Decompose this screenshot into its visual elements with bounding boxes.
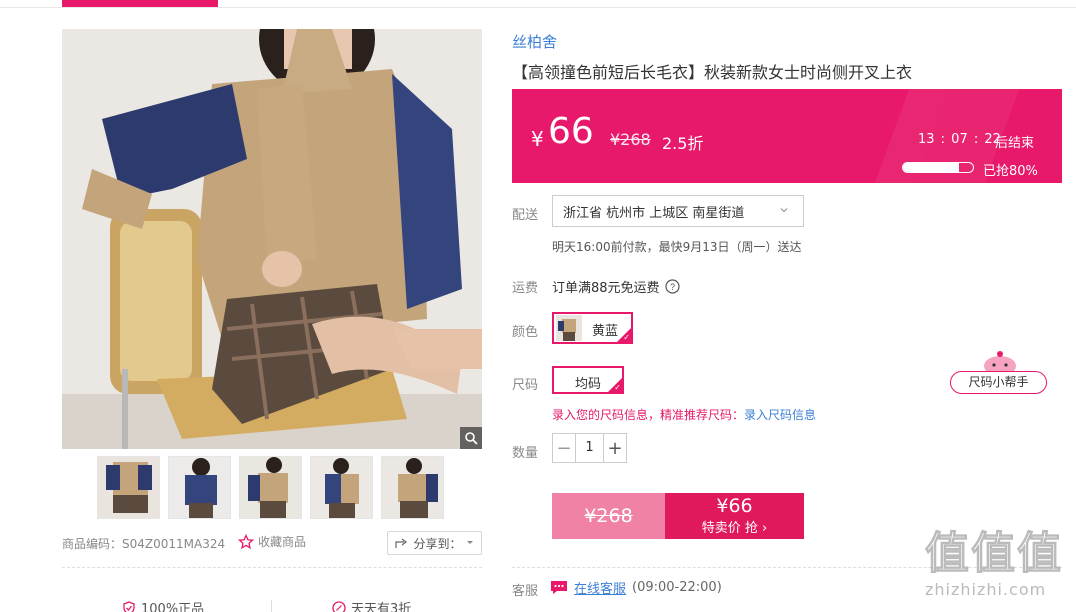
sale-price: 66 [548,111,594,152]
watermark-logo: 值值值 [925,528,1063,580]
product-title: 【高领撞色前短后长毛衣】秋装新款女士时尚侧开叉上衣 [512,63,913,82]
sold-progress-bar [902,162,974,173]
thumbnail-1[interactable] [97,456,160,519]
guarantee-bar: 100%正品 天天有3折 [62,598,482,612]
color-option-selected[interactable]: 黄蓝 ✓ [552,312,633,344]
help-icon[interactable]: ? [664,279,680,294]
caret-down-icon [466,541,473,544]
buy-button-group: ¥268 ¥66 特卖价 抢 › [552,493,804,539]
share-icon [395,538,408,548]
delivery-estimate: 明天16:00前付款，最快9月13日（周一）送达 [552,240,802,254]
color-label: 颜色 [512,325,539,340]
active-tab-indicator [62,0,218,7]
delivery-label: 配送 [512,208,539,223]
guarantee-authentic-label: 100%正品 [141,602,205,612]
checkmark-icon: ✓ [623,333,630,342]
chat-icon [551,581,567,594]
quantity-input[interactable]: 1 [575,434,604,462]
online-service-link[interactable]: 在线客服 [574,578,626,597]
thumbnail-3[interactable] [239,456,302,519]
zoom-icon[interactable] [460,427,482,449]
svg-text:?: ? [670,282,675,292]
buy-now-price: ¥66 [716,495,753,517]
quantity-decrease-button[interactable]: − [553,434,575,462]
flash-sale-banner: ¥ 66 ¥268 2.5折 13 : 07 : 22 后结束 已抢80% [512,89,1062,183]
quantity-increase-button[interactable]: + [604,434,626,462]
delivery-address-select[interactable]: 浙江省 杭州市 上城区 南星街道 [552,195,804,227]
guarantee-discount-label: 天天有3折 [351,602,412,612]
currency-symbol: ¥ [531,127,544,151]
watermark-domain: zhizhizhi.com [925,580,1047,599]
share-label: 分享到： [413,536,462,551]
service-hours: (09:00-22:00) [632,580,722,595]
discount-icon [332,600,346,612]
buy-now-button[interactable]: ¥66 特卖价 抢 › [665,493,804,539]
chevron-down-icon [780,208,788,213]
quantity-label: 数量 [512,446,539,461]
size-option-selected[interactable]: 均码 ✓ [552,366,624,394]
size-hint-text: 录入您的尺码信息，精准推荐尺码： [552,408,745,422]
buy-original-price[interactable]: ¥268 [552,493,665,539]
shipping-text: 订单满88元免运费 [552,281,660,296]
thumbnail-2[interactable] [168,456,231,519]
buy-now-label: 特卖价 抢 › [701,521,768,536]
shipping-label: 运费 [512,281,539,296]
size-hint-link[interactable]: 录入尺码信息 [744,408,816,422]
site-watermark: 值值值 zhizhizhi.com [925,528,1075,612]
favorite-label: 收藏商品 [258,535,307,549]
countdown-timer: 13 : 07 : 22 [918,132,1001,147]
sold-progress-label: 已抢80% [983,164,1038,179]
size-hint: 录入您的尺码信息，精准推荐尺码：录入尺码信息 [552,406,816,423]
shipping-info: 订单满88元免运费 ? [552,277,680,296]
product-main-image[interactable] [62,29,482,449]
guarantee-authentic: 100%正品 [122,598,204,612]
share-button[interactable]: 分享到： [387,531,482,555]
top-divider [0,7,1076,8]
left-divider [62,567,482,568]
favorite-button[interactable]: 收藏商品 [238,533,306,550]
color-option-label: 黄蓝 [592,324,619,339]
checkmark-icon: ✓ [614,383,621,392]
sold-progress-fill [903,163,959,172]
delivery-address: 浙江省 杭州市 上城区 南星街道 [563,205,745,221]
shield-check-icon [123,600,135,612]
size-label: 尺码 [512,378,539,393]
product-meta-row: 商品编码：S04Z0011MA324 收藏商品 分享到： [62,531,482,557]
discount-rate: 2.5折 [662,134,704,153]
thumbnail-5[interactable] [381,456,444,519]
service-label: 客服 [512,584,539,599]
customer-service: 在线客服 (09:00-22:00) [550,578,722,597]
thumbnail-strip [97,456,444,519]
guarantee-discount: 天天有3折 [332,598,411,612]
brand-link[interactable]: 丝柏舍 [512,31,557,52]
countdown-suffix: 后结束 [995,136,1035,151]
size-helper-label: 尺码小帮手 [950,371,1047,394]
size-helper[interactable]: 尺码小帮手 [950,351,1047,394]
star-icon [238,533,254,549]
color-thumbnail [556,315,582,341]
thumbnail-4[interactable] [310,456,373,519]
guarantee-divider [271,600,272,612]
original-price: ¥268 [610,130,651,149]
item-code: 商品编码：S04Z0011MA324 [62,537,226,551]
quantity-stepper: − 1 + [552,433,627,463]
